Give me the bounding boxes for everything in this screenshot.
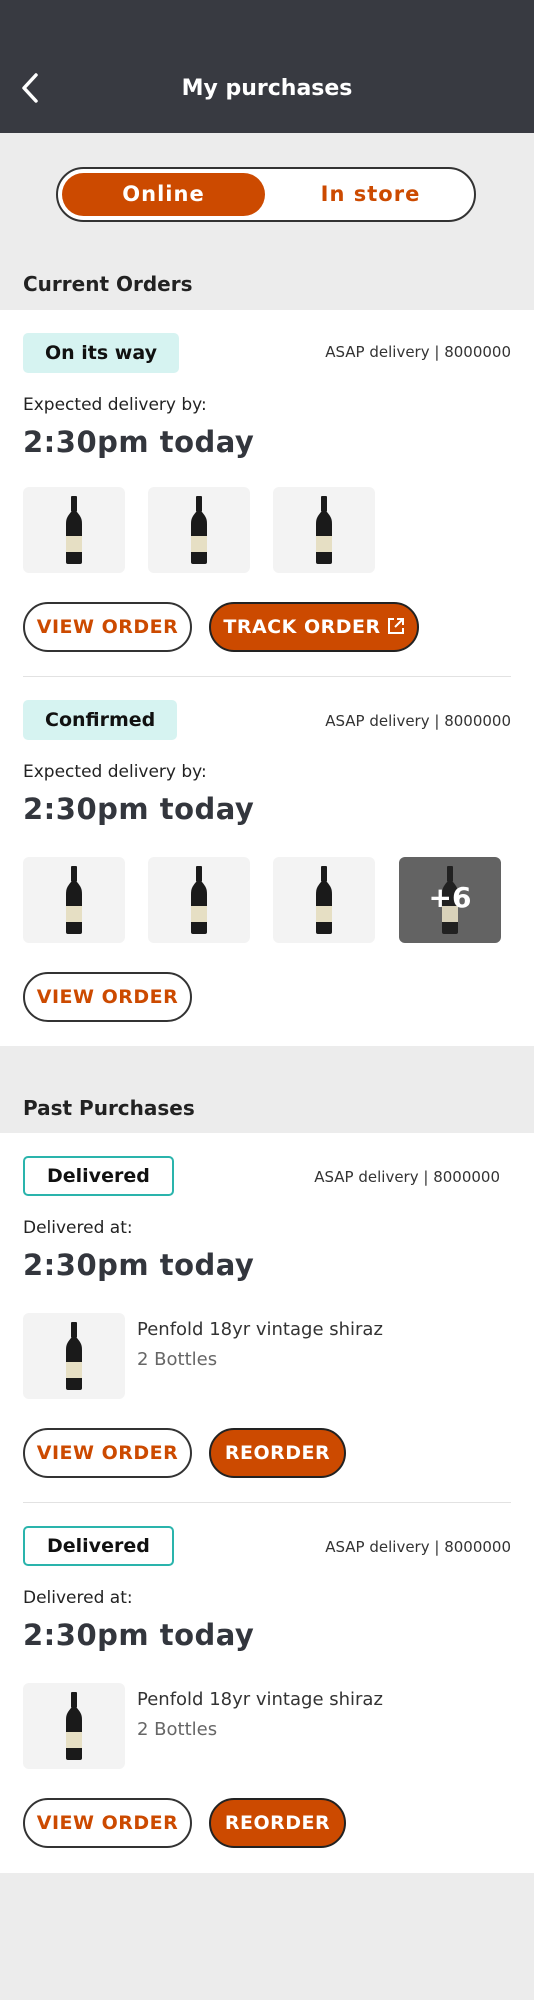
- expected-delivery-label: Expected delivery by:: [23, 395, 207, 415]
- delivery-info: ASAP delivery | 8000000: [325, 712, 511, 730]
- reorder-button[interactable]: REORDER: [209, 1798, 346, 1848]
- more-products-tile[interactable]: +6: [399, 857, 501, 943]
- delivered-at-label: Delivered at:: [23, 1588, 133, 1608]
- product-name: Penfold 18yr vintage shiraz: [137, 1689, 383, 1710]
- view-order-button[interactable]: VIEW ORDER: [23, 1428, 192, 1478]
- wine-bottle-icon: [66, 1692, 82, 1760]
- product-thumbnail[interactable]: [23, 487, 125, 573]
- view-order-button[interactable]: VIEW ORDER: [23, 602, 192, 652]
- wine-bottle-icon: [316, 866, 332, 934]
- view-order-button[interactable]: VIEW ORDER: [23, 972, 192, 1022]
- product-thumbnail[interactable]: [148, 487, 250, 573]
- tab-online[interactable]: Online: [62, 173, 265, 216]
- current-orders-heading: Current Orders: [23, 272, 193, 296]
- product-name: Penfold 18yr vintage shiraz: [137, 1319, 383, 1340]
- delivered-time: 2:30pm today: [23, 1248, 255, 1282]
- delivery-info: ASAP delivery | 8000000: [314, 1168, 500, 1186]
- divider: [23, 676, 511, 677]
- product-thumbnail[interactable]: [23, 1313, 125, 1399]
- status-badge: Delivered: [23, 1526, 174, 1566]
- wine-bottle-icon: [316, 496, 332, 564]
- past-purchases-panel: Delivered ASAP delivery | 8000000 Delive…: [0, 1133, 534, 1873]
- product-thumbnail[interactable]: [23, 857, 125, 943]
- wine-bottle-icon: [191, 496, 207, 564]
- wine-bottle-icon: [66, 866, 82, 934]
- purchase-type-toggle: Online In store: [56, 167, 476, 222]
- delivered-at-label: Delivered at:: [23, 1218, 133, 1238]
- wine-bottle-icon: [191, 866, 207, 934]
- reorder-button[interactable]: REORDER: [209, 1428, 346, 1478]
- external-link-icon: [387, 618, 404, 634]
- product-thumbnail[interactable]: [273, 857, 375, 943]
- track-order-label: TRACK ORDER: [223, 616, 381, 638]
- status-badge: On its way: [23, 333, 179, 373]
- expected-delivery-time: 2:30pm today: [23, 792, 255, 826]
- view-order-button[interactable]: VIEW ORDER: [23, 1798, 192, 1848]
- product-quantity: 2 Bottles: [137, 1349, 218, 1370]
- product-quantity: 2 Bottles: [137, 1719, 218, 1740]
- tab-in-store[interactable]: In store: [269, 173, 472, 216]
- app-header: My purchases: [0, 0, 534, 133]
- product-thumbnail[interactable]: [148, 857, 250, 943]
- past-purchases-heading: Past Purchases: [23, 1096, 195, 1120]
- product-thumbnail[interactable]: [273, 487, 375, 573]
- divider: [23, 1502, 511, 1503]
- page-title: My purchases: [181, 76, 353, 101]
- expected-delivery-label: Expected delivery by:: [23, 762, 207, 782]
- delivery-info: ASAP delivery | 8000000: [325, 343, 511, 361]
- track-order-button[interactable]: TRACK ORDER: [209, 602, 419, 652]
- status-badge: Confirmed: [23, 700, 178, 740]
- status-badge: Delivered: [23, 1156, 174, 1196]
- product-thumbnail[interactable]: [23, 1683, 125, 1769]
- wine-bottle-icon: [66, 496, 82, 564]
- current-orders-panel: On its way ASAP delivery | 8000000 Expec…: [0, 310, 534, 1046]
- more-count: +6: [428, 881, 472, 914]
- wine-bottle-icon: [66, 1322, 82, 1390]
- delivery-info: ASAP delivery | 8000000: [325, 1538, 511, 1556]
- delivered-time: 2:30pm today: [23, 1618, 255, 1652]
- expected-delivery-time: 2:30pm today: [23, 425, 255, 459]
